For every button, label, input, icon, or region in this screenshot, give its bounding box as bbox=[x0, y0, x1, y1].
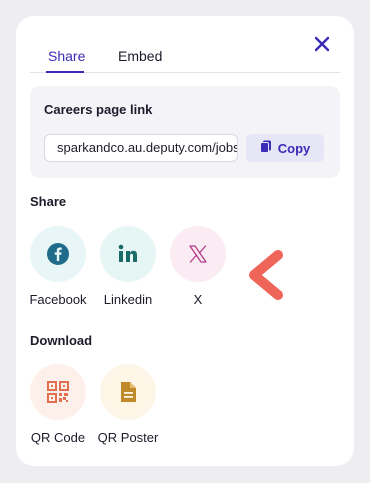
share-dialog: Share Embed Careers page link sparkandco… bbox=[16, 16, 354, 466]
share-x-button[interactable]: X bbox=[163, 226, 233, 307]
copy-button-label: Copy bbox=[277, 140, 311, 156]
download-qr-code-button[interactable]: QR Code bbox=[23, 364, 93, 445]
active-tab-indicator bbox=[46, 71, 84, 73]
download-heading: Download bbox=[30, 333, 93, 348]
copy-button[interactable]: Copy bbox=[246, 134, 324, 162]
tab-bar: Share Embed bbox=[30, 42, 340, 73]
careers-url-field[interactable]: sparkandco.au.deputy.com/jobs bbox=[44, 134, 238, 162]
x-icon bbox=[170, 226, 226, 282]
careers-link-title: Careers page link bbox=[44, 102, 153, 117]
copy-icon bbox=[259, 140, 272, 156]
share-heading: Share bbox=[30, 194, 67, 209]
download-qr-code-label: QR Code bbox=[30, 430, 86, 445]
linkedin-icon bbox=[100, 226, 156, 282]
facebook-icon bbox=[30, 226, 86, 282]
share-facebook-button[interactable]: Facebook bbox=[23, 226, 93, 307]
pointer-arrow-icon bbox=[248, 250, 284, 305]
share-linkedin-label: Linkedin bbox=[103, 292, 153, 307]
document-icon bbox=[100, 364, 156, 420]
tab-embed[interactable]: Embed bbox=[118, 48, 162, 64]
tab-share[interactable]: Share bbox=[48, 48, 85, 64]
download-qr-poster-button[interactable]: QR Poster bbox=[93, 364, 163, 445]
careers-link-panel: Careers page link sparkandco.au.deputy.c… bbox=[30, 86, 340, 178]
qr-code-icon bbox=[30, 364, 86, 420]
share-x-label: X bbox=[193, 292, 203, 307]
share-facebook-label: Facebook bbox=[29, 292, 87, 307]
share-linkedin-button[interactable]: Linkedin bbox=[93, 226, 163, 307]
download-qr-poster-label: QR Poster bbox=[97, 430, 159, 445]
close-icon[interactable] bbox=[312, 34, 332, 54]
